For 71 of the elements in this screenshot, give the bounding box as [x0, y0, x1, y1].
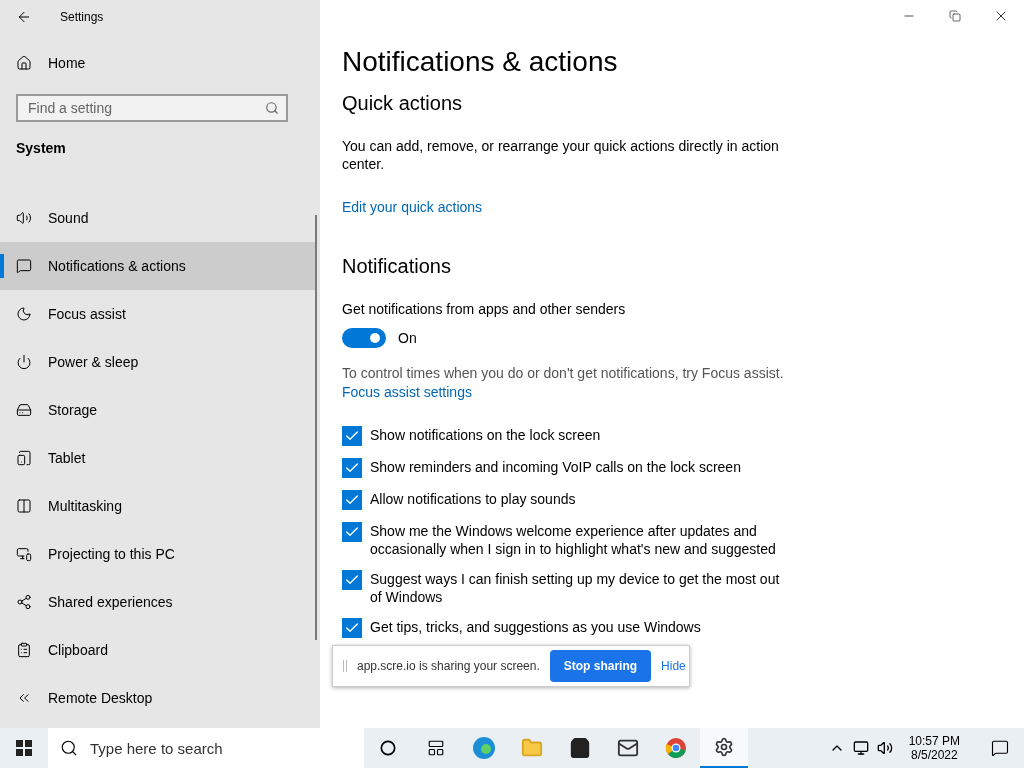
search-field[interactable]: Find a setting [16, 94, 288, 122]
checkbox-label: Allow notifications to play sounds [370, 490, 576, 508]
sidebar-item[interactable]: Multitasking [0, 482, 316, 530]
search-icon [265, 101, 279, 115]
taskbar-search-field[interactable]: Type here to search [48, 728, 364, 768]
sidebar-item[interactable]: Shared experiences [0, 578, 316, 626]
speech-bubble-icon [991, 739, 1009, 757]
window-title: Settings [60, 10, 104, 24]
sidebar-item[interactable]: Storage [0, 386, 316, 434]
sidebar-item-icon [16, 210, 32, 226]
sidebar-item-icon [16, 450, 32, 466]
stop-sharing-button[interactable]: Stop sharing [549, 650, 652, 682]
toggle-label: Get notifications from apps and other senders [342, 300, 627, 318]
sidebar-item-icon [16, 642, 32, 658]
sidebar-item[interactable]: Focus assist [0, 290, 316, 338]
checkbox-label: Show reminders and incoming VoIP calls on the lock screen [370, 458, 741, 476]
hide-link[interactable]: Hide [661, 659, 686, 673]
checkbox[interactable] [342, 458, 362, 478]
checkbox-label: Show notifications on the lock screen [370, 426, 601, 444]
sidebar-item[interactable]: Clipboard [0, 626, 316, 674]
toggle-switch[interactable] [342, 328, 386, 348]
share-message: app.scre.io is sharing your screen. [357, 659, 540, 673]
checkbox[interactable] [342, 618, 362, 638]
sidebar-item-icon [16, 498, 32, 514]
hint-text: To control times when you do or don't get notifications, try Focus assist. [342, 364, 785, 382]
sidebar-item[interactable]: Power & sleep [0, 338, 316, 386]
volume-icon[interactable] [876, 740, 893, 756]
browser-icon [472, 736, 496, 760]
sidebar-item[interactable]: Sound [0, 194, 316, 242]
back-icon[interactable] [16, 9, 32, 25]
sidebar-item-icon [16, 258, 32, 274]
sidebar-item[interactable]: Projecting to this PC [0, 530, 316, 578]
folder-icon [521, 737, 543, 759]
section-heading: Quick actions [342, 92, 464, 115]
restore-icon [949, 10, 961, 22]
sidebar-item-icon [16, 594, 32, 610]
sidebar-item[interactable]: Notifications & actions [0, 242, 316, 290]
home-link[interactable]: Home [0, 40, 320, 86]
clock[interactable]: 10:57 PM 8/5/2022 [900, 734, 968, 762]
edit-quick-actions-link[interactable]: Edit your quick actions [342, 199, 483, 215]
task-view-icon [427, 739, 445, 757]
page-title: Notifications & actions [342, 46, 619, 78]
gear-icon [714, 737, 734, 757]
checkbox[interactable] [342, 490, 362, 510]
sidebar-item-icon [16, 546, 32, 562]
shopping-bag-icon [569, 737, 591, 759]
grip-icon[interactable] [343, 660, 347, 672]
network-icon[interactable] [852, 740, 869, 756]
mail-icon [617, 737, 639, 759]
section-title: System [15, 139, 67, 158]
checkbox-label: Show me the Windows welcome experience after updates and occasionally when I sign in to highlight what's new and suggested [370, 522, 777, 558]
checkbox-label: Get tips, tricks, and suggestions as you use Windows [370, 618, 701, 636]
sidebar-item-icon [16, 354, 32, 370]
sidebar-item-icon [16, 306, 32, 322]
sidebar-item[interactable]: Tablet [0, 434, 316, 482]
home-icon [16, 55, 32, 71]
description-text: You can add, remove, or rearrange your quick actions directly in action center. [342, 137, 780, 173]
checkbox[interactable] [342, 570, 362, 590]
checkbox[interactable] [342, 522, 362, 542]
toggle-state: On [398, 330, 417, 346]
windows-icon [16, 740, 32, 756]
section-heading: Notifications [342, 255, 452, 278]
settings-button[interactable] [700, 728, 748, 768]
focus-assist-link[interactable]: Focus assist settings [342, 384, 472, 400]
circle-icon [380, 740, 396, 756]
chrome-icon [665, 737, 687, 759]
scrollbar[interactable] [315, 215, 317, 640]
checkbox-label: Suggest ways I can finish setting up my device to get the most out of Windows [370, 570, 781, 606]
checkbox[interactable] [342, 426, 362, 446]
sidebar-item[interactable]: Remote Desktop [0, 674, 316, 722]
sidebar-item-icon [16, 402, 32, 418]
